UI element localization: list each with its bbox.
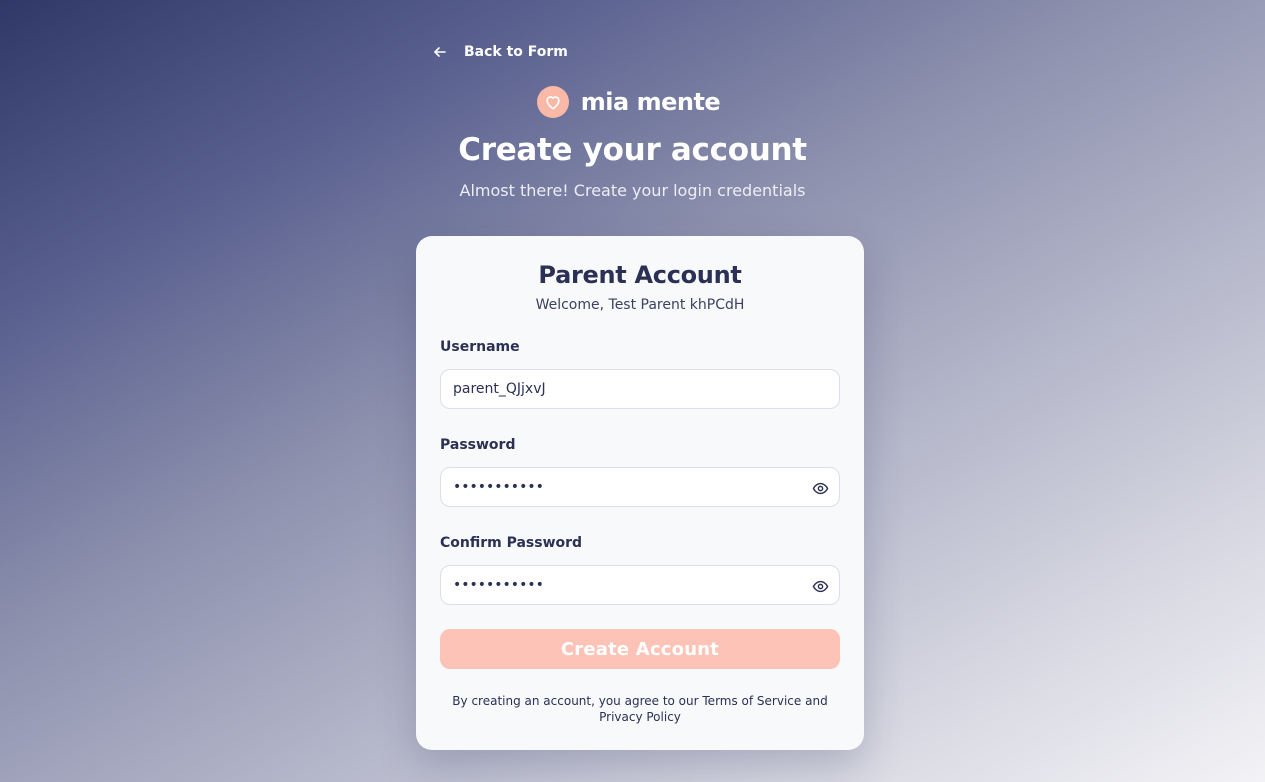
confirm-password-input-wrapper — [440, 565, 840, 605]
password-field-group: Password — [440, 437, 840, 507]
brand-logo: mia mente — [0, 86, 1265, 118]
brand-name: mia mente — [580, 88, 721, 116]
card-title: Parent Account — [538, 261, 742, 289]
heart-icon — [536, 86, 569, 118]
username-label: Username — [440, 339, 520, 355]
username-input-wrapper — [440, 369, 840, 409]
password-input[interactable] — [441, 468, 839, 506]
page-title: Create your account — [458, 132, 807, 168]
arrow-left-icon — [432, 44, 448, 60]
password-input-wrapper — [440, 467, 840, 507]
confirm-password-label: Confirm Password — [440, 535, 583, 551]
password-label: Password — [440, 437, 516, 453]
username-field-group: Username — [440, 339, 840, 409]
privacy-policy-link[interactable]: Privacy Policy — [599, 710, 681, 724]
back-to-form-link[interactable]: Back to Form — [432, 42, 568, 62]
eye-icon[interactable] — [811, 479, 829, 497]
terms-notice: By creating an account, you agree to our… — [440, 693, 840, 725]
back-link-label: Back to Form — [464, 44, 568, 60]
eye-icon[interactable] — [811, 577, 829, 595]
confirm-password-field-group: Confirm Password — [440, 535, 840, 605]
terms-prefix: By creating an account, you agree to our — [452, 694, 699, 708]
username-input[interactable] — [441, 370, 839, 408]
terms-of-service-link[interactable]: Terms of Service — [702, 694, 801, 708]
welcome-message: Welcome, Test Parent khPCdH — [535, 297, 745, 313]
terms-conjunction: and — [805, 694, 828, 708]
account-card: Parent Account Welcome, Test Parent khPC… — [416, 236, 864, 750]
create-account-button[interactable]: Create Account — [440, 629, 840, 669]
confirm-password-input[interactable] — [441, 566, 839, 604]
page-subtitle: Almost there! Create your login credenti… — [459, 181, 806, 200]
